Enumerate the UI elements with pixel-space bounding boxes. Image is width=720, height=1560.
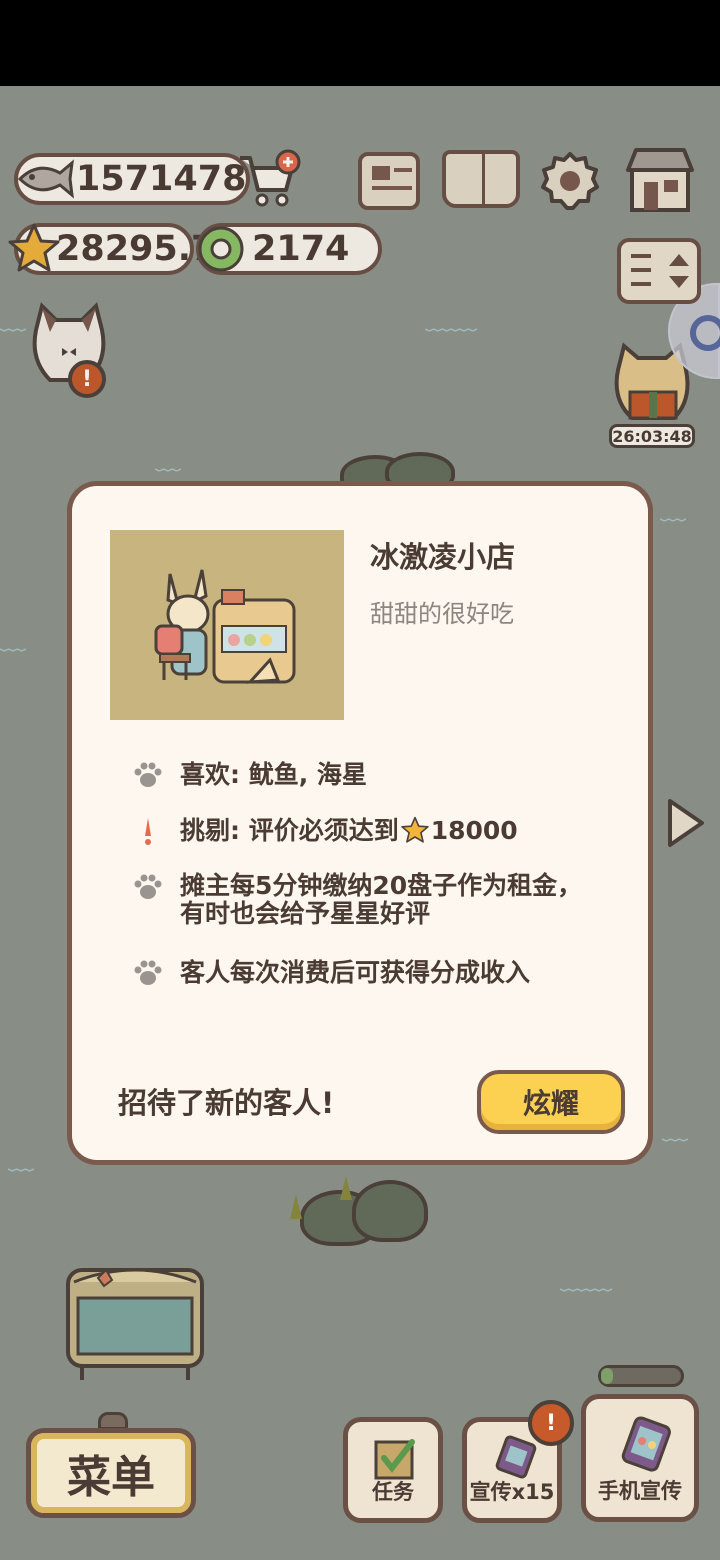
paw-icon bbox=[128, 958, 168, 988]
info-row-picky: 挑剔: 评价必须达到 18000 bbox=[128, 816, 518, 846]
rent-text: 摊主每5分钟缴纳20盘子作为租金， 有时也会给予星星好评 bbox=[180, 871, 583, 928]
progress-fill bbox=[601, 1368, 613, 1384]
picky-text: 挑剔: 评价必须达到 bbox=[180, 816, 399, 845]
checklist-icon bbox=[372, 1436, 418, 1487]
promote-alert-badge[interactable]: ! bbox=[528, 1400, 574, 1446]
info-row-likes: 喜欢: 鱿鱼, 海星 bbox=[128, 760, 367, 790]
menu-button[interactable]: 菜单 bbox=[26, 1428, 196, 1518]
phone-promote-progress bbox=[598, 1365, 684, 1387]
flyer-icon bbox=[493, 1434, 539, 1485]
paw-icon bbox=[128, 760, 168, 790]
tasks-button[interactable]: 任务 bbox=[343, 1417, 443, 1523]
info-row-rent: 摊主每5分钟缴纳20盘子作为租金， 有时也会给予星星好评 bbox=[128, 872, 582, 928]
status-bar bbox=[0, 0, 720, 86]
picky-value: 18000 bbox=[430, 816, 518, 845]
exclamation-icon bbox=[128, 816, 168, 846]
phone-icon bbox=[616, 1415, 676, 1480]
shop-title: 冰激凌小店 bbox=[370, 540, 516, 574]
star-icon bbox=[400, 816, 429, 844]
info-row-revenue: 客人每次消费后可获得分成收入 bbox=[128, 958, 530, 988]
show-off-button[interactable]: 炫耀 bbox=[477, 1070, 625, 1134]
shop-subtitle: 甜甜的很好吃 bbox=[370, 600, 514, 628]
phone-promote-button[interactable]: 手机宣传 bbox=[581, 1394, 699, 1522]
paw-icon bbox=[128, 872, 168, 902]
likes-text: 喜欢: 鱿鱼, 海星 bbox=[180, 760, 367, 789]
shop-info-dialog: 冰激凌小店 甜甜的很好吃 喜欢: 鱿鱼, 海星 挑剔: 评价必须达到 18000… bbox=[67, 481, 653, 1165]
new-guest-message: 招待了新的客人! bbox=[118, 1086, 335, 1120]
revenue-text: 客人每次消费后可获得分成收入 bbox=[180, 958, 531, 987]
shop-illustration bbox=[110, 530, 344, 720]
